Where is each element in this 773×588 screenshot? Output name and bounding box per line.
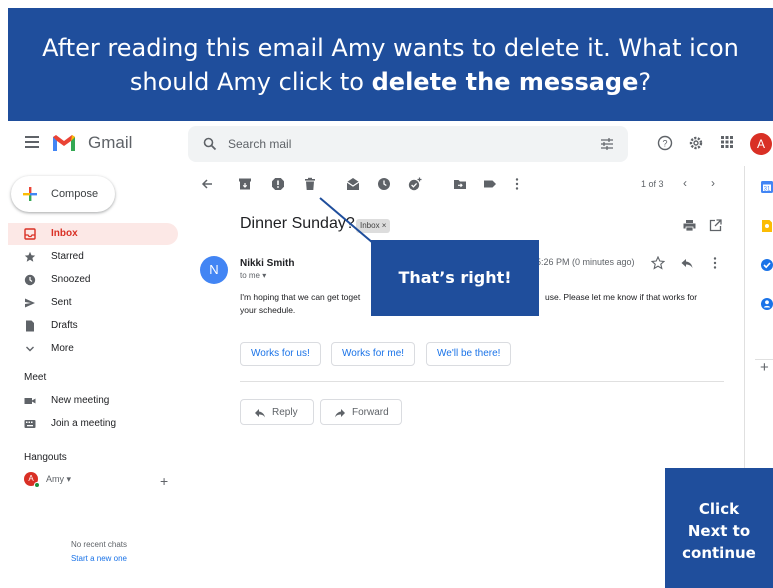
hangouts-section-title: Hangouts (24, 452, 67, 463)
email-body-line-2: your schedule. (240, 305, 296, 315)
sidebar-item-label: Snoozed (51, 274, 91, 285)
forward-label: Forward (352, 407, 389, 418)
sidebar-item-join-meeting[interactable]: Join a meeting (8, 413, 178, 435)
label-icon[interactable] (483, 177, 497, 191)
pagination-count: 1 of 3 (641, 179, 664, 189)
sender-avatar: N (200, 256, 228, 284)
search-input[interactable] (228, 135, 528, 153)
question-emphasis: delete the message (371, 68, 639, 96)
search-icon[interactable] (203, 137, 217, 151)
inbox-icon (24, 228, 36, 240)
apps-icon[interactable] (720, 135, 734, 149)
feedback-callout: That’s right! (371, 240, 539, 316)
label-chip-inbox[interactable]: Inbox × (356, 219, 391, 233)
more-vert-icon[interactable] (708, 256, 722, 270)
move-to-icon[interactable] (453, 177, 467, 191)
gmail-logo (53, 135, 75, 151)
star-icon[interactable] (651, 256, 665, 270)
more-vert-icon[interactable] (510, 177, 524, 191)
archive-icon[interactable] (238, 177, 252, 191)
delete-icon[interactable] (303, 177, 317, 191)
sidebar-item-label: Sent (51, 297, 72, 308)
email-body-line-1-end: use. Please let me know if that works fo… (545, 292, 698, 302)
sidebar-item-snoozed[interactable]: Snoozed (8, 269, 178, 291)
sidebar-item-new-meeting[interactable]: New meeting (8, 390, 178, 412)
search-bar[interactable] (188, 126, 628, 162)
sidebar-item-starred[interactable]: Starred (8, 246, 178, 268)
sidebar-item-label: Join a meeting (51, 418, 117, 429)
chevron-down-icon (26, 346, 34, 352)
star-icon (24, 251, 36, 262)
sidebar-item-label: More (51, 343, 74, 354)
recipient-details[interactable]: to me ▾ (240, 271, 266, 280)
contacts-icon[interactable] (760, 297, 773, 311)
clock-icon (24, 274, 36, 286)
tasks-icon[interactable] (760, 258, 773, 272)
sidebar-item-label: Inbox (51, 228, 78, 239)
open-in-new-window-icon[interactable] (709, 219, 722, 232)
email-body-line-1-start: I'm hoping that we can get toget (240, 292, 361, 302)
tune-icon[interactable] (600, 137, 614, 151)
calendar-icon[interactable]: 31 (760, 180, 773, 194)
add-icon[interactable]: + (760, 359, 769, 376)
next-prompt-line-3: continue (682, 544, 756, 562)
divider (240, 381, 724, 382)
sidebar-item-label: Drafts (51, 320, 78, 331)
back-arrow-icon[interactable] (200, 177, 214, 191)
email-timestamp: 5:26 PM (0 minutes ago) (536, 257, 635, 267)
sidebar-item-sent[interactable]: Sent (8, 292, 178, 314)
reply-icon (255, 409, 265, 418)
sidebar-item-more[interactable]: More (8, 338, 178, 360)
no-recent-chats: No recent chats (70, 540, 128, 549)
settings-icon[interactable] (688, 135, 704, 151)
reply-icon[interactable] (680, 256, 694, 270)
help-icon[interactable]: ? (657, 135, 673, 151)
question-banner: After reading this email Amy wants to de… (8, 8, 773, 121)
sender-name: Nikki Smith (240, 258, 295, 269)
start-new-chat-link[interactable]: Start a new one (0, 554, 198, 563)
send-icon (25, 298, 35, 308)
add-icon[interactable]: + (160, 473, 168, 489)
draft-icon (26, 320, 34, 332)
keep-icon[interactable] (760, 219, 773, 233)
next-prompt-line-1: Click (698, 500, 740, 518)
video-icon (24, 398, 36, 404)
hangouts-user-name: Amy (46, 474, 64, 484)
reply-label: Reply (272, 407, 298, 418)
menu-icon[interactable] (25, 136, 39, 148)
sidebar-item-drafts[interactable]: Drafts (8, 315, 178, 337)
online-status-dot (34, 482, 40, 488)
sidebar-item-label: Starred (51, 251, 84, 262)
question-suffix: ? (638, 68, 652, 96)
mark-unread-icon[interactable] (346, 177, 360, 191)
chevron-right-icon[interactable]: › (711, 176, 715, 190)
add-to-tasks-icon[interactable] (408, 177, 422, 191)
sidebar-item-label: New meeting (51, 395, 110, 406)
print-icon[interactable] (683, 219, 696, 232)
smart-reply-works-for-me[interactable]: Works for me! (331, 342, 416, 366)
compose-label: Compose (51, 188, 99, 200)
account-avatar[interactable]: A (750, 133, 772, 155)
compose-button[interactable]: Compose (11, 176, 115, 212)
app-name: Gmail (88, 133, 133, 152)
sidebar-item-inbox[interactable]: Inbox (8, 223, 178, 245)
chevron-down-icon: ▾ (66, 474, 72, 484)
keyboard-icon (24, 420, 36, 428)
svg-text:31: 31 (764, 187, 771, 193)
next-prompt[interactable]: Click Next to continue (665, 468, 773, 588)
smart-reply-well-be-there[interactable]: We'll be there! (426, 342, 512, 366)
chevron-left-icon[interactable]: ‹ (683, 176, 687, 190)
gmail-header: Gmail ? A (8, 122, 773, 166)
svg-text:?: ? (662, 139, 667, 149)
meet-section-title: Meet (24, 372, 47, 383)
email-subject: Dinner Sunday? (240, 215, 355, 232)
forward-icon (335, 409, 345, 418)
reply-button[interactable]: Reply (240, 399, 314, 425)
smart-reply-works-for-us[interactable]: Works for us! (240, 342, 321, 366)
next-prompt-line-2: Next to (687, 522, 751, 540)
compose-plus-icon (23, 187, 37, 201)
forward-button[interactable]: Forward (320, 399, 402, 425)
snooze-icon[interactable] (377, 177, 391, 191)
report-spam-icon[interactable] (271, 177, 285, 191)
